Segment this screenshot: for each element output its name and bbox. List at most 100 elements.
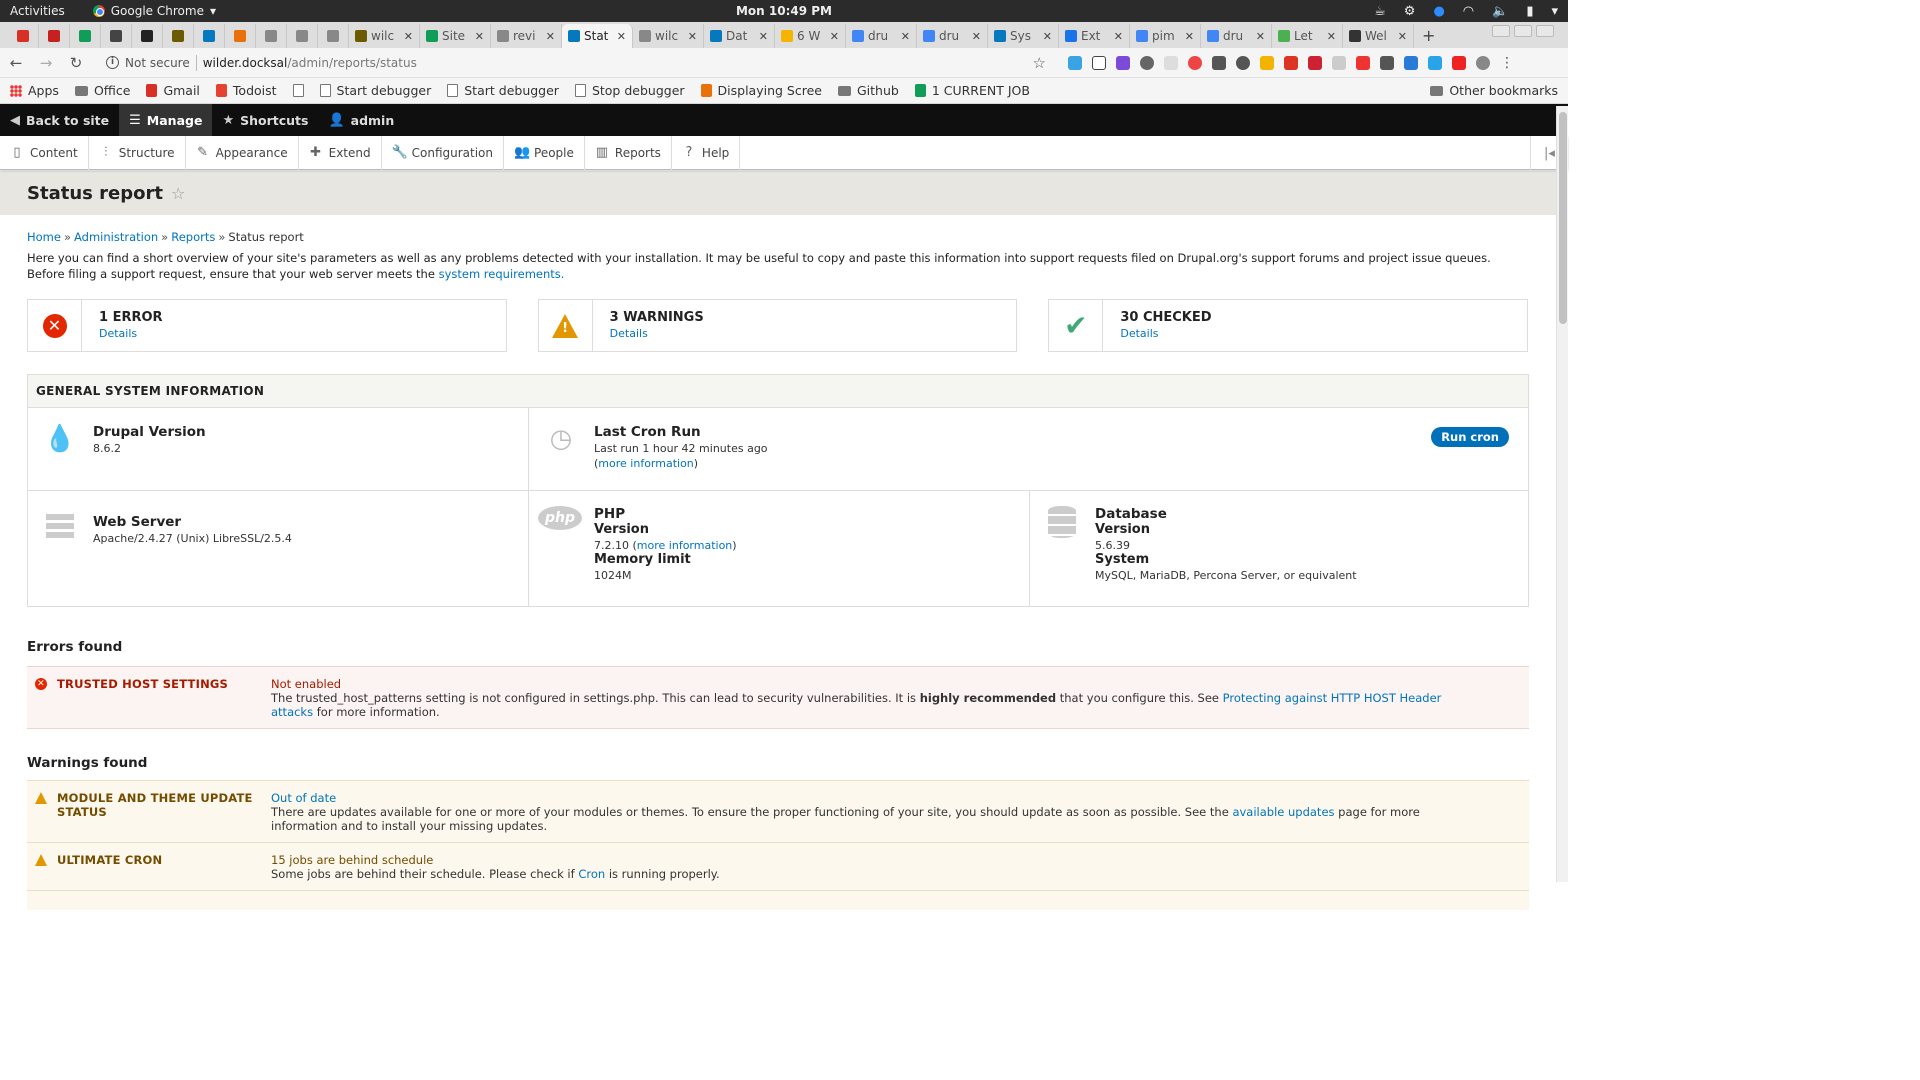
php-more-info-link[interactable]: more information [637, 539, 732, 552]
bookmark-item[interactable]: Displaying Scree [700, 83, 822, 98]
bookmark-item[interactable]: 1 CURRENT JOB [914, 83, 1030, 98]
extension-icon[interactable] [1260, 55, 1274, 70]
cron-more-info-link[interactable]: more information [598, 457, 693, 470]
clock[interactable]: Mon 10:49 PM [736, 4, 832, 18]
extension-icon[interactable] [1140, 55, 1154, 70]
bookmark-item[interactable]: Start debugger [319, 83, 431, 98]
cron-link[interactable]: Cron [578, 867, 605, 881]
menu-item-help[interactable]: ? Help [672, 135, 741, 170]
tab-close-icon[interactable]: ✕ [546, 30, 555, 43]
browser-tab[interactable]: Let ✕ [1272, 24, 1343, 48]
menu-item-people[interactable]: 👥 People [504, 135, 585, 170]
security-label[interactable]: Not secure [125, 56, 190, 70]
extension-icon[interactable] [1380, 55, 1394, 70]
wifi-icon[interactable]: ◠ [1463, 4, 1474, 19]
back-arrow-icon[interactable]: ← [8, 54, 24, 72]
browser-tab[interactable] [132, 24, 163, 48]
run-cron-button[interactable]: Run cron [1431, 427, 1509, 447]
browser-tab[interactable] [256, 24, 287, 48]
battery-icon[interactable]: ▮ [1526, 4, 1533, 19]
extension-icon[interactable] [1356, 55, 1370, 70]
activities-button[interactable]: Activities [10, 4, 65, 18]
reload-icon[interactable]: ↻ [68, 54, 84, 72]
extension-icon[interactable] [1236, 55, 1250, 70]
tab-close-icon[interactable]: ✕ [1327, 30, 1336, 43]
tab-close-icon[interactable]: ✕ [404, 30, 413, 43]
available-updates-link[interactable]: available updates [1232, 805, 1334, 819]
bookmark-item[interactable]: Gmail [146, 83, 200, 98]
extension-icon[interactable] [1116, 55, 1130, 70]
zoom-icon[interactable]: ● [1433, 4, 1444, 19]
extension-icon[interactable] [1308, 55, 1322, 70]
browser-tab[interactable] [318, 24, 349, 48]
bookmark-item[interactable]: Start debugger [447, 83, 559, 98]
browser-tab[interactable] [39, 24, 70, 48]
system-requirements-link[interactable]: system requirements. [439, 267, 565, 281]
browser-tab[interactable]: Stat ✕ [562, 24, 633, 48]
coffee-icon[interactable]: ☕ [1374, 4, 1386, 19]
bookmark-item[interactable]: Stop debugger [574, 83, 685, 98]
info-icon[interactable]: i [106, 56, 119, 69]
extension-icon[interactable] [1092, 55, 1106, 70]
chrome-menu-icon[interactable]: ⋮ [1500, 56, 1514, 70]
tab-close-icon[interactable]: ✕ [688, 30, 697, 43]
tab-close-icon[interactable]: ✕ [972, 30, 981, 43]
extension-icon[interactable] [1476, 55, 1490, 70]
shortcuts-tab[interactable]: ★ Shortcuts [212, 104, 318, 136]
menu-item-configuration[interactable]: 🔧 Configuration [382, 135, 505, 170]
menu-item-appearance[interactable]: ✎ Appearance [186, 135, 299, 170]
browser-tab[interactable]: wilc ✕ [633, 24, 704, 48]
browser-tab[interactable]: Dat ✕ [704, 24, 775, 48]
forward-arrow-icon[interactable]: → [38, 54, 54, 72]
new-tab-button[interactable]: + [1414, 24, 1443, 48]
browser-tab[interactable]: dru ✕ [846, 24, 917, 48]
browser-tab[interactable]: 6 W ✕ [775, 24, 846, 48]
url-path[interactable]: /admin/reports/status [287, 56, 417, 70]
browser-tab[interactable] [163, 24, 194, 48]
browser-tab[interactable]: Ext ✕ [1059, 24, 1130, 48]
bookmark-star-icon[interactable]: ☆ [1033, 54, 1046, 72]
extension-icon[interactable] [1332, 55, 1346, 70]
scrollbar-thumb[interactable] [1559, 112, 1567, 324]
checked-details-link[interactable]: Details [1120, 327, 1211, 340]
browser-tab[interactable]: wilc ✕ [349, 24, 420, 48]
settings-icon[interactable]: ⚙ [1404, 4, 1416, 19]
browser-tab[interactable]: revi ✕ [491, 24, 562, 48]
minimize-button[interactable] [1492, 25, 1510, 37]
maximize-button[interactable] [1514, 25, 1532, 37]
manage-tab[interactable]: ☰ Manage [119, 104, 213, 136]
breadcrumb-home[interactable]: Home [27, 230, 61, 244]
extension-icon[interactable] [1284, 55, 1298, 70]
warning-details-link[interactable]: Details [610, 327, 704, 340]
out-of-date-link[interactable]: Out of date [271, 791, 336, 805]
browser-tab[interactable] [225, 24, 256, 48]
tab-close-icon[interactable]: ✕ [901, 30, 910, 43]
add-shortcut-star-icon[interactable]: ☆ [171, 184, 185, 203]
url-host[interactable]: wilder.docksal [203, 56, 288, 70]
menu-item-reports[interactable]: ▥ Reports [585, 135, 672, 170]
browser-tab[interactable] [194, 24, 225, 48]
browser-tab[interactable]: Sys ✕ [988, 24, 1059, 48]
tab-close-icon[interactable]: ✕ [830, 30, 839, 43]
other-bookmarks[interactable]: Other bookmarks [1430, 83, 1558, 98]
menu-item-extend[interactable]: ✚ Extend [299, 135, 382, 170]
browser-tab[interactable] [70, 24, 101, 48]
menu-item-structure[interactable]: ⫶ Structure [89, 135, 186, 170]
bookmark-item[interactable]: Github [837, 83, 899, 98]
tab-close-icon[interactable]: ✕ [475, 30, 484, 43]
user-tab[interactable]: 👤 admin [318, 104, 404, 136]
tab-close-icon[interactable]: ✕ [1398, 30, 1407, 43]
browser-tab[interactable]: Wel ✕ [1343, 24, 1414, 48]
browser-tab[interactable] [101, 24, 132, 48]
app-menu[interactable]: Google Chrome ▾ [92, 4, 216, 18]
browser-tab[interactable]: Site ✕ [420, 24, 491, 48]
browser-tab[interactable]: dru ✕ [1201, 24, 1272, 48]
bookmark-item[interactable]: Todoist [215, 83, 277, 98]
extension-icon[interactable] [1068, 55, 1082, 70]
tab-close-icon[interactable]: ✕ [1043, 30, 1052, 43]
volume-icon[interactable]: 🔈 [1492, 4, 1508, 19]
power-menu-icon[interactable]: ▾ [1551, 4, 1558, 19]
tab-close-icon[interactable]: ✕ [1114, 30, 1123, 43]
breadcrumb-administration[interactable]: Administration [74, 230, 158, 244]
tab-close-icon[interactable]: ✕ [617, 30, 626, 43]
